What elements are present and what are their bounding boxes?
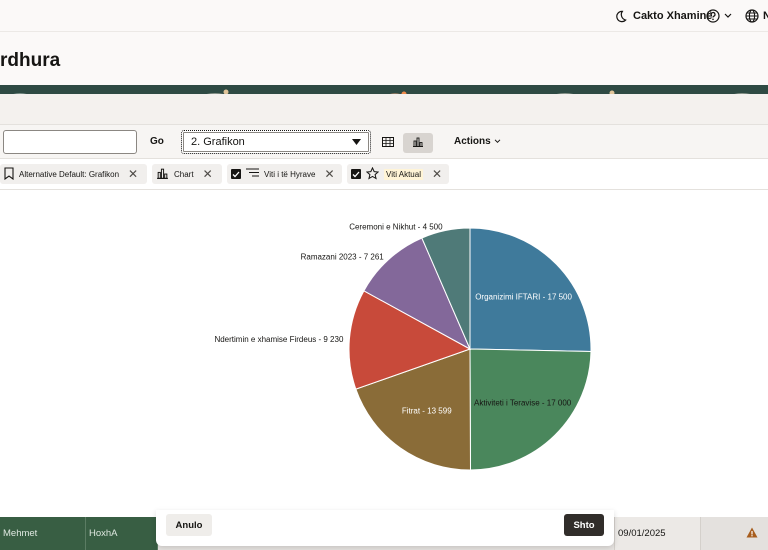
pie-slice-label: Ndertimin e xhamise Firdeus - 9 230 — [214, 335, 343, 344]
filter-chip-label: Viti Aktual — [384, 168, 423, 180]
pie-slice-label: Fitrat - 13 599 — [402, 406, 452, 415]
cancel-button[interactable]: Anulo — [166, 514, 212, 536]
moon-icon — [614, 10, 627, 23]
theme-label: Cakto Xhaminë — [633, 10, 713, 22]
report-toolbar: Go 2. Grafikon Actions — [0, 124, 768, 159]
warning-icon — [746, 527, 758, 541]
filter-bar: Alternative Default: Grafikon ✕ Chart ✕ … — [0, 159, 768, 190]
pie-slice[interactable] — [469, 348, 592, 471]
pie-slice[interactable] — [469, 227, 592, 353]
filter-chip-label: Alternative Default: Grafikon — [19, 169, 120, 179]
close-icon[interactable]: ✕ — [324, 168, 334, 180]
caret-down-icon — [352, 136, 361, 148]
help-icon — [706, 9, 720, 23]
close-icon[interactable]: ✕ — [203, 168, 213, 180]
pie-slice-label: Ramazani 2023 - 7 261 — [301, 253, 385, 262]
region-spacer — [0, 94, 768, 124]
pie-slice-label: Aktiviteti i Teravise - 17 000 — [474, 398, 572, 407]
globe-icon — [745, 9, 759, 23]
filter-chip-sort[interactable]: Viti i të Hyrave ✕ — [227, 164, 342, 184]
chevron-down-icon — [724, 13, 732, 19]
go-button[interactable]: Go — [150, 136, 164, 147]
bookmark-icon — [4, 166, 14, 182]
filter-chip-label: Viti i të Hyrave — [264, 169, 316, 179]
grid-icon — [382, 134, 394, 152]
user-initial: N — [763, 10, 768, 22]
help-menu[interactable] — [706, 0, 732, 32]
filter-chip-saved-report[interactable]: Alternative Default: Grafikon ✕ — [0, 164, 147, 184]
table-cell-first-name[interactable]: Mehmet — [0, 517, 86, 550]
pie-slice-label: Organizimi IFTARI - 17 500 — [475, 293, 572, 302]
hero-banner — [0, 85, 768, 94]
close-icon[interactable]: ✕ — [128, 168, 138, 180]
checkbox-checked-icon[interactable] — [351, 169, 361, 179]
search-input[interactable] — [3, 130, 137, 154]
view-chart-button[interactable] — [403, 133, 433, 153]
bar-chart-icon — [156, 168, 169, 181]
close-icon[interactable]: ✕ — [432, 168, 442, 180]
filter-chip-chart[interactable]: Chart ✕ — [152, 164, 222, 184]
actions-label: Actions — [454, 136, 491, 147]
add-button[interactable]: Shto — [564, 514, 604, 536]
filter-chip-highlight[interactable]: Viti Aktual ✕ — [347, 164, 449, 184]
table-cell-date[interactable]: 09/01/2025 — [614, 517, 700, 550]
page-title: rdhura — [0, 50, 61, 71]
filter-chip-label: Chart — [174, 169, 194, 179]
table-cell-last-name[interactable]: HoxhA — [86, 517, 158, 550]
view-grid-button[interactable] — [373, 133, 403, 153]
title-region — [0, 32, 768, 88]
dialog-footer: Anulo Shto — [156, 510, 614, 546]
theme-switch[interactable]: Cakto Xhaminë — [614, 0, 712, 32]
report-select-value: 2. Grafikon — [191, 136, 245, 148]
language-menu[interactable]: N — [745, 0, 768, 32]
checkbox-checked-icon[interactable] — [231, 169, 241, 179]
top-bar: Cakto Xhaminë N — [0, 0, 768, 32]
bar-chart-icon — [412, 134, 424, 152]
table-cell-status — [700, 517, 768, 550]
actions-menu-button[interactable]: Actions — [454, 136, 501, 147]
pie-chart: Organizimi IFTARI - 17 500 Aktiviteti i T… — [214, 223, 592, 471]
pie-slice-label: Ceremoni e Nikhut - 4 500 — [349, 223, 443, 232]
chart-region: Organizimi IFTARI - 17 500 Aktiviteti i T… — [0, 191, 768, 511]
star-icon — [365, 166, 380, 182]
report-select[interactable]: 2. Grafikon — [181, 130, 371, 154]
chevron-down-icon — [494, 136, 501, 147]
sort-icon — [246, 168, 259, 180]
